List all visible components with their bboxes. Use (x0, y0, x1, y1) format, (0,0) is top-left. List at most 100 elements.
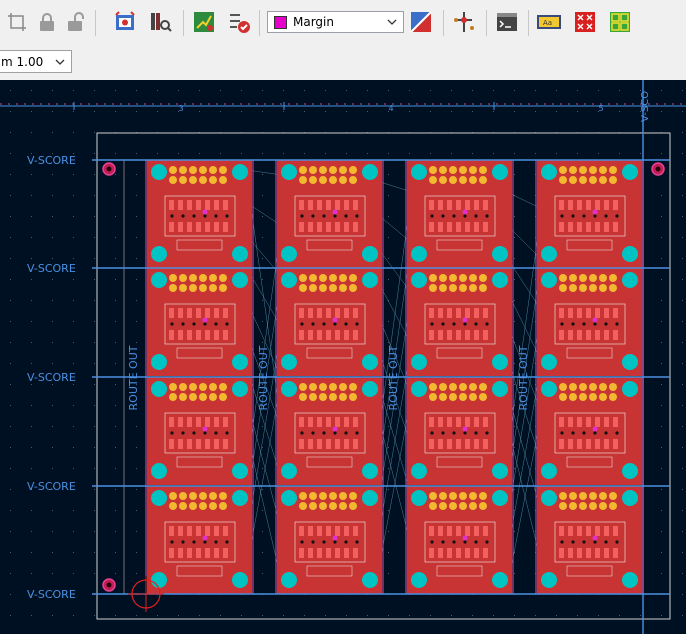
header-pad (299, 166, 307, 174)
header-pad (559, 502, 567, 510)
drc-icon[interactable] (226, 8, 252, 36)
smd-pad (586, 308, 591, 318)
via-highlight (462, 209, 468, 215)
layer-preset-icon[interactable] (408, 8, 434, 36)
lock-icon[interactable] (34, 8, 60, 36)
mounting-hole (151, 463, 167, 479)
mounting-hole (622, 354, 638, 370)
smd-pad (613, 526, 618, 536)
smd-pad (483, 417, 488, 427)
header-pad (319, 393, 327, 401)
smd-pad (223, 222, 228, 232)
via (355, 214, 359, 218)
header-pad (319, 383, 327, 391)
zoom-select[interactable]: m 1.00 (0, 50, 72, 73)
header-pad (479, 393, 487, 401)
plugin-a-icon[interactable] (572, 8, 598, 36)
mounting-hole (541, 164, 557, 180)
via (615, 431, 619, 435)
plugin-b-icon[interactable] (607, 8, 633, 36)
board-setup-icon[interactable] (112, 8, 138, 36)
mounting-hole (151, 272, 167, 288)
mounting-hole (541, 381, 557, 397)
header-pad (349, 502, 357, 510)
route-icon[interactable] (191, 8, 217, 36)
ruler-label: 5 (598, 104, 603, 113)
mounting-hole (622, 164, 638, 180)
header-pad (309, 176, 317, 184)
header-pad (449, 502, 457, 510)
header-pad (559, 383, 567, 391)
smd-pad (308, 200, 313, 210)
header-pad (579, 393, 587, 401)
via (604, 214, 608, 218)
board-instance (407, 377, 512, 485)
text-var-icon[interactable]: Aa (536, 8, 562, 36)
header-pad (179, 176, 187, 184)
smd-pad (465, 308, 470, 318)
header-pad (449, 176, 457, 184)
smd-pad (214, 526, 219, 536)
smd-pad (317, 526, 322, 536)
unlock-icon[interactable] (62, 8, 88, 36)
header-pad (179, 383, 187, 391)
smd-pad (447, 330, 452, 340)
header-pad (579, 176, 587, 184)
header-pad (589, 274, 597, 282)
smd-pad (205, 439, 210, 449)
mounting-hole (541, 490, 557, 506)
smd-pad (214, 222, 219, 232)
footprint-library-icon[interactable] (147, 8, 173, 36)
header-pad (309, 492, 317, 500)
header-pad (209, 383, 217, 391)
grid-origin-icon[interactable] (4, 8, 30, 36)
smd-pad (465, 526, 470, 536)
header-pad (479, 492, 487, 500)
via (474, 322, 478, 326)
board-instance (147, 486, 252, 594)
pcb-canvas[interactable]: 3 4 5 V-SCO ROUTE OUT ROUTE OUT ROUTE OUT ROUTE… (0, 80, 686, 634)
smd-pad (344, 439, 349, 449)
track-tool-icon[interactable] (451, 8, 477, 36)
mounting-hole (622, 490, 638, 506)
pcb-board-view[interactable]: 3 4 5 V-SCO ROUTE OUT ROUTE OUT ROUTE OUT ROUTE… (0, 80, 686, 634)
header-pad (459, 274, 467, 282)
header-pad (439, 492, 447, 500)
smd-pad (604, 417, 609, 427)
via (322, 431, 326, 435)
header-pad (569, 284, 577, 292)
smd-pad (169, 526, 174, 536)
smd-pad (187, 200, 192, 210)
route-out-label: ROUTE OUT (127, 345, 140, 410)
smd-pad (317, 222, 322, 232)
smd-pad (299, 308, 304, 318)
header-pad (609, 284, 617, 292)
mounting-hole (362, 572, 378, 588)
via (300, 431, 304, 435)
board-instance (537, 160, 642, 268)
smd-pad (613, 417, 618, 427)
via (593, 431, 597, 435)
smd-pad (577, 330, 582, 340)
via (344, 214, 348, 218)
scripting-console-icon[interactable] (494, 8, 520, 36)
mounting-hole (281, 272, 297, 288)
smd-pad (178, 526, 183, 536)
mounting-hole (151, 246, 167, 262)
header-pad (579, 383, 587, 391)
smd-pad (326, 526, 331, 536)
via (181, 322, 185, 326)
header-pad (439, 274, 447, 282)
header-pad (479, 274, 487, 282)
via-highlight (462, 535, 468, 541)
smd-pad (465, 439, 470, 449)
layer-select[interactable]: Margin (267, 11, 404, 33)
ruler-label: 4 (388, 104, 393, 113)
smd-pad (595, 308, 600, 318)
header-pad (589, 492, 597, 500)
smd-pad (169, 439, 174, 449)
header-pad (589, 383, 597, 391)
header-pad (449, 393, 457, 401)
smd-pad (456, 439, 461, 449)
smd-pad (214, 330, 219, 340)
